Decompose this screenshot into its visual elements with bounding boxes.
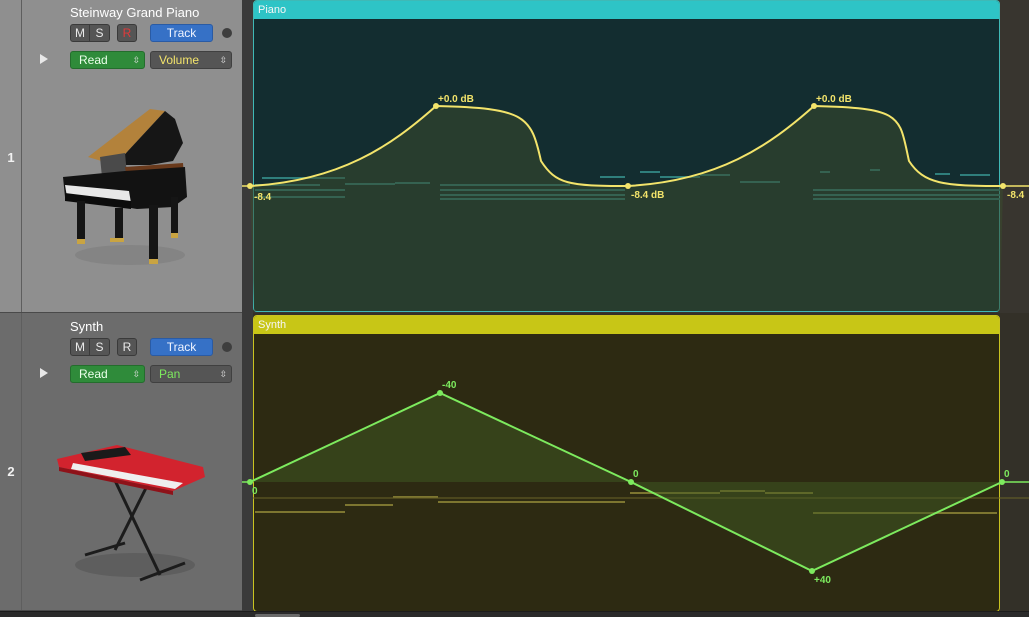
- input-monitor-indicator[interactable]: [222, 28, 232, 38]
- track-number: 1: [7, 150, 15, 165]
- midi-region-synth[interactable]: Synth: [253, 315, 1000, 612]
- track-name[interactable]: Steinway Grand Piano: [70, 5, 199, 20]
- updown-chevron-icon: ⇳: [219, 54, 227, 65]
- solo-button[interactable]: S: [90, 24, 110, 42]
- mute-solo-group: M S: [70, 338, 110, 356]
- region-name: Synth: [254, 316, 999, 334]
- automation-parameter-select[interactable]: Volume ⇳: [150, 51, 232, 69]
- solo-button[interactable]: S: [90, 338, 110, 356]
- record-enable-button[interactable]: R: [117, 338, 137, 356]
- mute-solo-group: M S: [70, 24, 110, 42]
- horizontal-scrollbar[interactable]: [0, 611, 1029, 617]
- lane-gutter: [242, 313, 253, 611]
- disclosure-triangle-icon[interactable]: [40, 54, 48, 64]
- lane-gutter: [242, 0, 253, 313]
- track-name[interactable]: Synth: [70, 319, 103, 334]
- disclosure-triangle-icon[interactable]: [40, 368, 48, 378]
- mute-button[interactable]: M: [70, 338, 90, 356]
- track-header-1[interactable]: 1 Steinway Grand Piano M S R Track Read …: [0, 0, 242, 313]
- track-number: 2: [7, 464, 15, 479]
- grand-piano-icon: [63, 109, 187, 265]
- record-enable-button[interactable]: R: [117, 24, 137, 42]
- automation-parameter-value: Pan: [159, 367, 181, 381]
- arrange-window: 1 Steinway Grand Piano M S R Track Read …: [0, 0, 1029, 617]
- updown-chevron-icon: ⇳: [219, 368, 227, 379]
- automation-parameter-value: Volume: [159, 53, 200, 67]
- updown-chevron-icon: ⇳: [132, 54, 140, 65]
- track-number-column: 1: [0, 0, 22, 312]
- synth-keyboard-icon: [57, 445, 205, 582]
- midi-region-piano[interactable]: Piano: [253, 0, 1000, 312]
- track-automation-button[interactable]: Track: [150, 24, 213, 42]
- track-header-2[interactable]: 2 Synth M S R Track Read ⇳ Pan ⇳: [0, 313, 242, 611]
- automation-parameter-select[interactable]: Pan ⇳: [150, 365, 232, 383]
- automation-mode-select[interactable]: Read ⇳: [70, 365, 145, 383]
- input-monitor-indicator[interactable]: [222, 342, 232, 352]
- mute-button[interactable]: M: [70, 24, 90, 42]
- track-automation-button[interactable]: Track: [150, 338, 213, 356]
- updown-chevron-icon: ⇳: [132, 368, 140, 379]
- automation-mode-value: Read: [79, 367, 108, 381]
- track-number-column: 2: [0, 313, 22, 610]
- region-name: Piano: [254, 1, 999, 19]
- automation-mode-value: Read: [79, 53, 108, 67]
- automation-mode-select[interactable]: Read ⇳: [70, 51, 145, 69]
